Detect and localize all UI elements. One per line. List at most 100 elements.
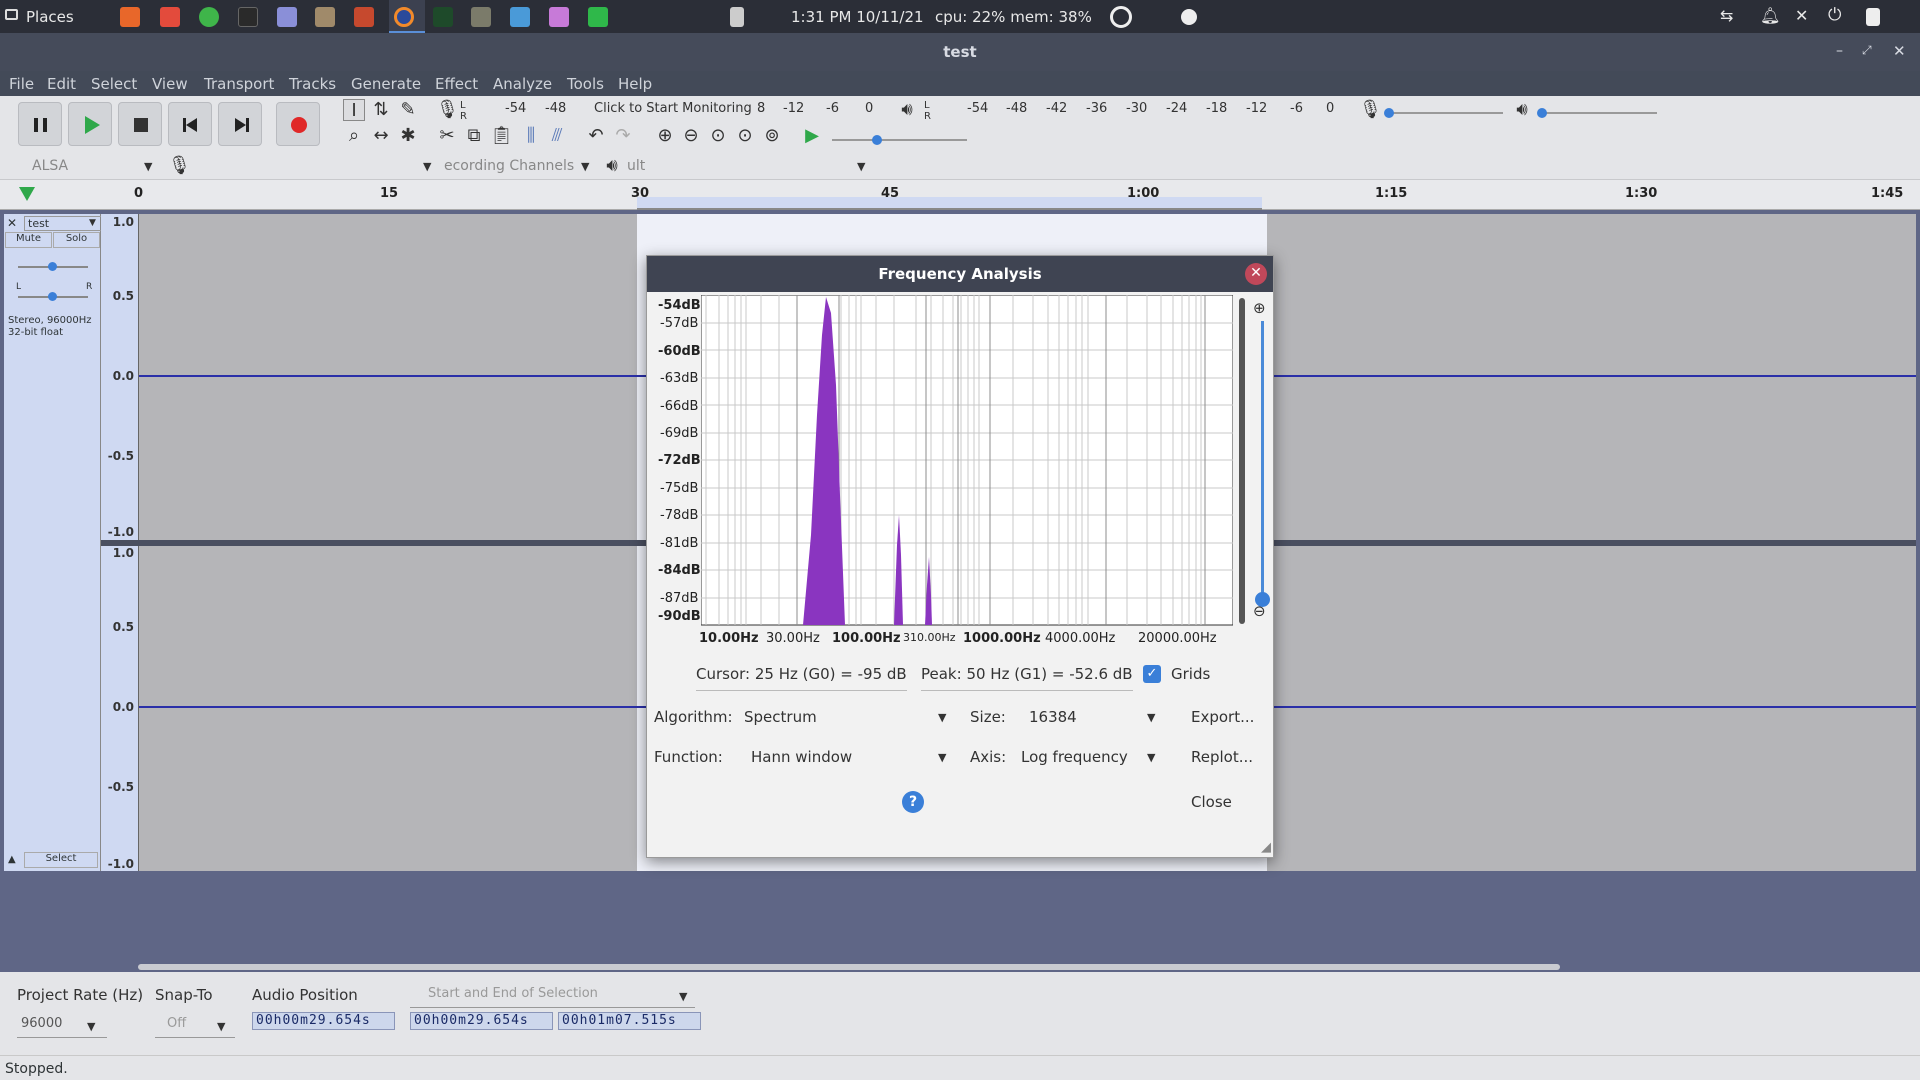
fit-selection-icon[interactable]: ⊙ — [707, 125, 729, 147]
menu-select[interactable]: Select — [91, 75, 137, 93]
refresh-icon[interactable] — [199, 7, 219, 27]
terminal-icon[interactable] — [238, 7, 258, 27]
selection-tool-icon[interactable]: I — [343, 99, 365, 121]
skip-start-button[interactable] — [168, 102, 212, 146]
menu-view[interactable]: View — [152, 75, 188, 93]
copy-icon[interactable]: ⧉ — [463, 125, 485, 147]
audio-host-combo[interactable]: ALSA — [32, 158, 68, 174]
help-button[interactable]: ? — [902, 791, 924, 813]
zoom-in-icon[interactable]: ⊕ — [654, 125, 676, 147]
plot-scrollbar[interactable] — [1239, 298, 1245, 624]
solo-button[interactable]: Solo — [53, 232, 100, 248]
select-track-button[interactable]: Select — [24, 852, 98, 868]
selection-mode-combo[interactable]: Start and End of Selection — [410, 982, 695, 1008]
mute-button[interactable]: Mute — [5, 232, 52, 248]
cut-icon[interactable]: ✂ — [436, 125, 458, 147]
menu-tools[interactable]: Tools — [567, 75, 604, 93]
gimp-icon[interactable] — [471, 7, 491, 27]
close-icon[interactable]: ✕ — [1893, 42, 1906, 60]
zoom-tool-icon[interactable]: ⌕ — [343, 125, 365, 147]
collapse-icon[interactable]: ▲ — [8, 854, 16, 865]
menu-help[interactable]: Help — [618, 75, 652, 93]
network-icon[interactable]: ⇆ — [1720, 6, 1733, 25]
stop-button[interactable] — [118, 102, 162, 146]
settings-icon[interactable] — [354, 7, 374, 27]
paste-icon[interactable]: 📋︎ — [490, 125, 513, 147]
function-combo[interactable]: Hann window — [751, 748, 962, 774]
pause-button[interactable] — [18, 102, 62, 146]
menu-analyze[interactable]: Analyze — [493, 75, 552, 93]
selection-start-time[interactable]: 00h00m29.654s — [410, 1012, 553, 1030]
audacity-icon[interactable] — [394, 7, 414, 27]
pan-slider[interactable] — [18, 292, 88, 301]
record-button[interactable] — [276, 102, 320, 146]
download-icon[interactable] — [160, 7, 180, 27]
play-speed-slider[interactable] — [832, 135, 967, 145]
horizontal-scrollbar[interactable] — [138, 964, 1560, 970]
trim-icon[interactable]: ⫼ — [520, 125, 542, 147]
playback-device-combo[interactable]: ult — [627, 158, 645, 174]
timeline-ruler[interactable]: 0 15 30 45 1:00 1:15 1:30 1:45 — [0, 180, 1920, 210]
menu-edit[interactable]: Edit — [47, 75, 76, 93]
zoom-out-icon[interactable]: ⊖ — [1253, 602, 1266, 620]
plot-zoom-slider[interactable] — [1255, 321, 1270, 607]
clipboard-icon[interactable] — [730, 7, 744, 27]
zoom-out-icon[interactable]: ⊖ — [680, 125, 702, 147]
algorithm-combo[interactable]: Spectrum — [744, 708, 962, 734]
record-meter-label[interactable]: Click to Start Monitoring — [594, 101, 752, 121]
close-track-icon[interactable]: ✕ — [7, 216, 17, 230]
accessibility-icon[interactable] — [1181, 9, 1197, 25]
export-button[interactable]: Export... — [1191, 708, 1254, 726]
bell-icon[interactable]: 🔔︎ — [1760, 6, 1780, 25]
files-icon[interactable] — [549, 7, 569, 27]
mic-icon[interactable]: 🎙︎ — [436, 99, 459, 121]
speaker-icon[interactable]: 🔊︎ — [896, 99, 918, 121]
skip-end-button[interactable] — [218, 102, 262, 146]
envelope-tool-icon[interactable]: ⇅ — [370, 99, 392, 121]
undo-icon[interactable]: ↶ — [585, 125, 607, 147]
circle-indicator-icon[interactable] — [1110, 6, 1132, 28]
places-menu[interactable]: Places — [26, 8, 74, 26]
monitor-icon[interactable] — [433, 7, 453, 27]
silence-icon[interactable]: ⫻ — [546, 125, 568, 147]
playback-device-icon[interactable]: 🔊︎ — [601, 155, 623, 177]
redo-icon[interactable]: ↷ — [612, 125, 634, 147]
play-head-icon[interactable] — [19, 187, 35, 201]
menu-effect[interactable]: Effect — [435, 75, 478, 93]
close-button[interactable]: Close — [1191, 793, 1232, 811]
play-at-speed-icon[interactable]: ▶ — [801, 125, 823, 147]
play-button[interactable] — [68, 102, 112, 146]
playback-volume-slider[interactable] — [1537, 108, 1657, 118]
draw-tool-icon[interactable]: ✎ — [397, 99, 419, 121]
replot-button[interactable]: Replot... — [1191, 748, 1253, 766]
timeshift-tool-icon[interactable]: ↔ — [370, 125, 392, 147]
axis-combo[interactable]: Log frequency — [1021, 748, 1164, 774]
menu-file[interactable]: File — [9, 75, 34, 93]
grids-checkbox[interactable]: ✓ — [1143, 665, 1161, 683]
fit-project-icon[interactable]: ⊙ — [734, 125, 756, 147]
mute-icon[interactable]: ✕ — [1795, 6, 1808, 25]
audio-position-time[interactable]: 00h00m29.654s — [252, 1012, 395, 1030]
zoom-in-icon[interactable]: ⊕ — [1253, 299, 1266, 317]
menu-generate[interactable]: Generate — [351, 75, 421, 93]
minimize-icon[interactable]: – — [1836, 43, 1843, 59]
firefox-icon[interactable] — [120, 7, 140, 27]
zoom-toggle-icon[interactable]: ⊚ — [761, 125, 783, 147]
multi-tool-icon[interactable]: ✱ — [397, 125, 419, 147]
resize-grip-icon[interactable]: ◢ — [1261, 840, 1271, 855]
recording-device-icon[interactable]: 🎙︎ — [168, 155, 191, 177]
maximize-icon[interactable]: ⤢ — [1862, 43, 1872, 58]
menu-transport[interactable]: Transport — [204, 75, 274, 93]
dialog-close-button[interactable]: ✕ — [1245, 263, 1267, 285]
archive-icon[interactable] — [315, 7, 335, 27]
size-combo[interactable]: 16384 — [1029, 708, 1164, 734]
spectrum-plot[interactable] — [701, 295, 1233, 626]
notes-icon[interactable] — [277, 7, 297, 27]
power-icon[interactable]: ⏻ — [1828, 5, 1841, 25]
selection-end-time[interactable]: 00h01m07.515s — [558, 1012, 701, 1030]
workspace-icon[interactable] — [1866, 8, 1880, 26]
record-volume-slider[interactable] — [1384, 108, 1503, 118]
recording-channels-combo[interactable]: ecording Channels — [444, 158, 574, 174]
gain-slider[interactable] — [18, 262, 88, 271]
image-viewer-icon[interactable] — [510, 7, 530, 27]
